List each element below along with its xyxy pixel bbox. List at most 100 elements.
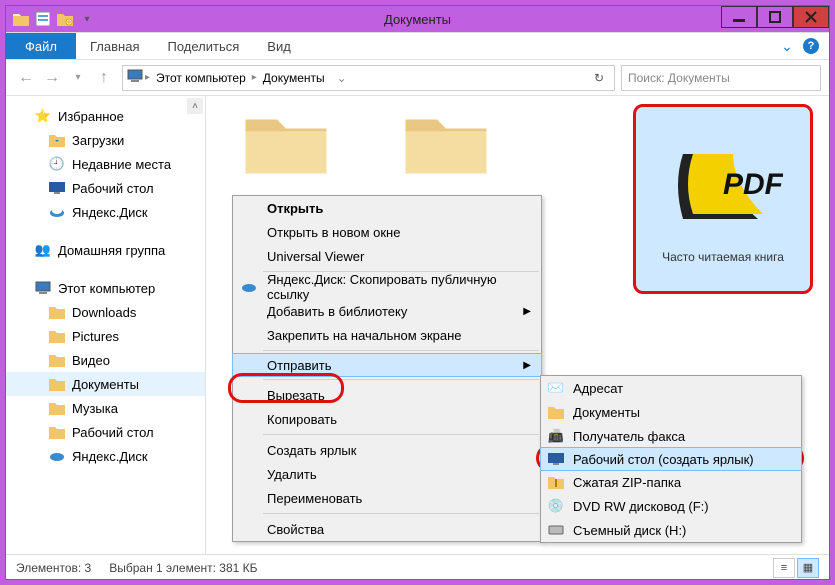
forward-button[interactable]: → xyxy=(40,66,64,90)
refresh-icon[interactable]: ↻ xyxy=(588,71,610,85)
sidebar-item-recent[interactable]: 🕘Недавние места xyxy=(6,152,205,176)
recent-icon: 🕘 xyxy=(48,155,66,173)
explorer-window: ▾ Документы Файл Главная Поделиться Вид … xyxy=(5,5,830,580)
search-placeholder: Поиск: Документы xyxy=(628,71,730,85)
svg-text:PDF: PDF xyxy=(723,168,783,201)
sidebar-thispc[interactable]: Этот компьютер xyxy=(6,276,205,300)
close-button[interactable] xyxy=(793,6,829,28)
view-details-button[interactable]: ≡ xyxy=(773,558,795,578)
ctx-properties[interactable]: Свойства xyxy=(233,517,541,541)
pc-icon xyxy=(34,279,52,297)
tab-view[interactable]: Вид xyxy=(253,33,305,59)
history-dropdown[interactable]: ▾ xyxy=(66,66,90,90)
ctx-cut[interactable]: Вырезать xyxy=(233,383,541,407)
desktop-icon xyxy=(546,449,566,469)
chevron-right-icon[interactable]: ▸ xyxy=(145,72,150,83)
view-icons-button[interactable]: ▦ xyxy=(797,558,819,578)
folder-item[interactable] xyxy=(216,106,356,176)
context-menu: Открыть Открыть в новом окне Universal V… xyxy=(232,195,542,542)
sidebar-item-desktop[interactable]: Рабочий стол xyxy=(6,420,205,444)
address-bar[interactable]: ▸ Этот компьютер ▸ Документы ⌄ ↻ xyxy=(122,65,615,91)
ctx-yadisk-copy[interactable]: Яндекс.Диск: Скопировать публичную ссылк… xyxy=(233,275,541,299)
zip-icon xyxy=(546,472,566,492)
sidebar-homegroup[interactable]: 👥Домашняя группа xyxy=(6,238,205,262)
yadisk-icon xyxy=(48,447,66,465)
maximize-button[interactable] xyxy=(757,6,793,28)
folder-icon xyxy=(12,10,30,28)
tab-home[interactable]: Главная xyxy=(76,33,153,59)
sidebar-item-music[interactable]: Музыка xyxy=(6,396,205,420)
new-folder-icon[interactable] xyxy=(56,10,74,28)
sidebar-favorites[interactable]: ⭐ Избранное xyxy=(6,104,205,128)
quick-launch: ▾ xyxy=(6,10,96,28)
yadisk-icon xyxy=(48,203,66,221)
ctx-rename[interactable]: Переименовать xyxy=(233,486,541,510)
homegroup-icon: 👥 xyxy=(34,241,52,259)
sidebar-item-pictures[interactable]: Pictures xyxy=(6,324,205,348)
folder-icon xyxy=(48,327,66,345)
sidebar-item-video[interactable]: Видео xyxy=(6,348,205,372)
sidebar-item-downloads[interactable]: Загрузки xyxy=(6,128,205,152)
folder-icon xyxy=(48,375,66,393)
separator xyxy=(263,350,539,351)
up-button[interactable]: ↑ xyxy=(92,66,116,90)
ctx-open[interactable]: Открыть xyxy=(233,196,541,220)
sidebar-item-documents[interactable]: Документы xyxy=(6,372,205,396)
sidebar-item-desktop[interactable]: Рабочий стол xyxy=(6,176,205,200)
chevron-down-icon[interactable]: ⌄ xyxy=(777,36,797,56)
ctx-delete[interactable]: Удалить xyxy=(233,462,541,486)
tab-share[interactable]: Поделиться xyxy=(153,33,253,59)
sidebar-item-yadisk[interactable]: Яндекс.Диск xyxy=(6,200,205,224)
breadcrumb-segment[interactable]: Этот компьютер xyxy=(152,71,250,85)
addr-dropdown-icon[interactable]: ⌄ xyxy=(331,71,353,85)
sendto-removable[interactable]: Съемный диск (H:) xyxy=(541,518,801,542)
minimize-button[interactable] xyxy=(721,6,757,28)
ctx-uviewer[interactable]: Universal Viewer xyxy=(233,244,541,268)
chevron-down-icon[interactable]: ▾ xyxy=(78,10,96,28)
sidebar-item-downloads[interactable]: Downloads xyxy=(6,300,205,324)
help-icon[interactable]: ? xyxy=(803,38,819,54)
chevron-right-icon: ▶ xyxy=(523,306,531,317)
fax-icon: 📠 xyxy=(546,426,566,446)
pdf-icon: PDF xyxy=(663,134,783,234)
ctx-shortcut[interactable]: Создать ярлык xyxy=(233,438,541,462)
send-to-menu: ✉️Адресат Документы 📠Получатель факса Ра… xyxy=(540,375,802,543)
folder-icon xyxy=(48,303,66,321)
sendto-addressee[interactable]: ✉️Адресат xyxy=(541,376,801,400)
star-icon: ⭐ xyxy=(34,107,52,125)
folder-icon xyxy=(48,351,66,369)
titlebar: ▾ Документы xyxy=(6,6,829,32)
chevron-right-icon: ▶ xyxy=(523,360,531,371)
dvd-icon: 💿 xyxy=(546,496,566,516)
folder-item[interactable] xyxy=(376,106,516,176)
sendto-dvd[interactable]: 💿DVD RW дисковод (F:) xyxy=(541,494,801,518)
status-bar: Элементов: 3 Выбран 1 элемент: 381 КБ ≡ … xyxy=(6,554,829,580)
file-item-pdf[interactable]: PDF Часто читаемая книга xyxy=(633,104,813,294)
ctx-pin-start[interactable]: Закрепить на начальном экране xyxy=(233,323,541,347)
back-button[interactable]: ← xyxy=(14,66,38,90)
separator xyxy=(263,434,539,435)
ctx-open-new[interactable]: Открыть в новом окне xyxy=(233,220,541,244)
window-controls xyxy=(721,6,829,32)
window-title: Документы xyxy=(384,12,451,27)
usb-icon xyxy=(546,520,566,540)
ctx-send-to[interactable]: Отправить▶ xyxy=(232,353,542,377)
breadcrumb-segment[interactable]: Документы xyxy=(259,71,329,85)
sendto-desktop-shortcut[interactable]: Рабочий стол (создать ярлык) xyxy=(540,447,802,471)
file-label: Часто читаемая книга xyxy=(662,250,784,264)
search-input[interactable]: Поиск: Документы xyxy=(621,65,821,91)
sendto-zip[interactable]: Сжатая ZIP-папка xyxy=(541,470,801,494)
sidebar-item-yadisk[interactable]: Яндекс.Диск xyxy=(6,444,205,468)
sendto-documents[interactable]: Документы xyxy=(541,400,801,424)
sendto-fax[interactable]: 📠Получатель факса xyxy=(541,424,801,448)
ctx-add-library[interactable]: Добавить в библиотеку▶ xyxy=(233,299,541,323)
yadisk-icon xyxy=(239,277,259,297)
chevron-right-icon[interactable]: ▸ xyxy=(252,72,257,83)
status-selection: Выбран 1 элемент: 381 КБ xyxy=(109,561,257,575)
downloads-icon xyxy=(48,131,66,149)
props-icon[interactable] xyxy=(34,10,52,28)
ctx-copy[interactable]: Копировать xyxy=(233,407,541,431)
file-tab[interactable]: Файл xyxy=(6,33,76,59)
ribbon: Файл Главная Поделиться Вид ⌄ ? xyxy=(6,32,829,60)
scroll-up-icon[interactable]: ˄ xyxy=(187,98,203,114)
